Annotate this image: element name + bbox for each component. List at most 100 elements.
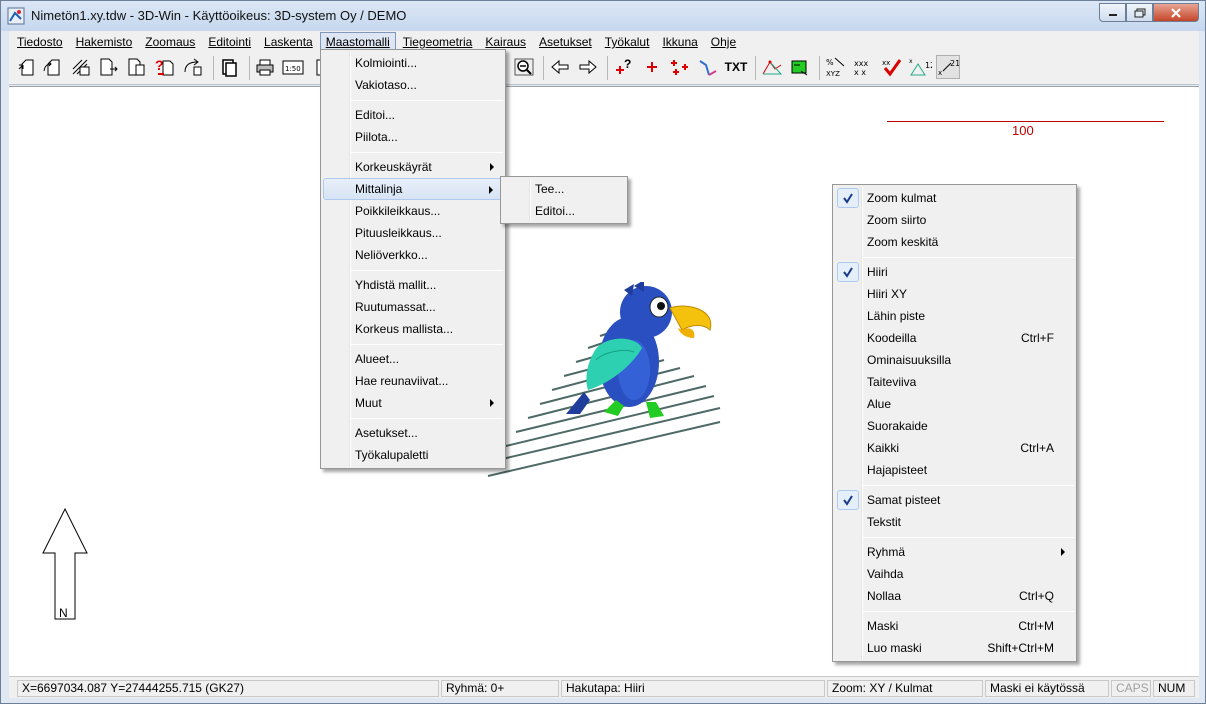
tb-renumber-button[interactable]: x 21 — [936, 55, 960, 79]
tb-text-button[interactable]: TXT — [724, 55, 748, 79]
ctx-item-tekstit[interactable]: Tekstit — [835, 511, 1074, 533]
menu-item-asetukset[interactable]: Asetukset... — [323, 422, 503, 444]
ctx-item-nollaa[interactable]: Nollaa Ctrl+Q — [835, 585, 1074, 607]
point-number-badge: 12 — [925, 61, 932, 70]
ctx-item-luo-maski[interactable]: Luo maski Shift+Ctrl+M — [835, 637, 1074, 659]
tb-open-button[interactable] — [41, 55, 65, 79]
menu-item-muut[interactable]: Muut — [323, 392, 503, 414]
tb-triangle-number-button[interactable]: x 12 — [908, 55, 932, 79]
menu-laskenta[interactable]: Laskenta — [258, 32, 319, 50]
tb-model-button[interactable] — [788, 55, 812, 79]
xyz-icon: % XYZ — [826, 57, 845, 78]
menu-item-tyokalupaletti[interactable]: Työkalupaletti — [323, 444, 503, 466]
menu-item-pituusleikkaus[interactable]: Pituusleikkaus... — [323, 222, 503, 244]
menu-item-alueet[interactable]: Alueet... — [323, 348, 503, 370]
parrot-mascot-icon — [487, 282, 721, 477]
shortcut-ctrl-q: Ctrl+Q — [1018, 589, 1054, 603]
tb-copy-file-button[interactable] — [125, 55, 149, 79]
ctx-item-koodeilla[interactable]: Koodeilla Ctrl+F — [835, 327, 1074, 349]
ctx-item-zoom-kulmat-label: Zoom kulmat — [867, 191, 937, 205]
zoom-context-menu: Zoom kulmat Zoom siirto Zoom keskitä Hii… — [832, 184, 1077, 662]
menu-kairaus[interactable]: Kairaus — [479, 32, 532, 50]
ctx-item-hajapisteet[interactable]: Hajapisteet — [835, 459, 1074, 481]
menu-tiegeometria[interactable]: Tiegeometria — [397, 32, 479, 50]
window-title: Nimetön1.xy.tdw - 3D-Win - Käyttöoikeus:… — [31, 8, 407, 23]
submenu-item-tee[interactable]: Tee... — [503, 178, 625, 200]
maastomalli-menu: Kolmiointi... Vakiotaso... Editoi... Pii… — [320, 49, 506, 469]
menu-item-korkeuskayrat[interactable]: Korkeuskäyrät — [323, 156, 503, 178]
menu-item-kolmiointi[interactable]: Kolmiointi... — [323, 52, 503, 74]
tb-line-button[interactable] — [696, 55, 720, 79]
ctx-item-lahin-piste[interactable]: Lähin piste — [835, 305, 1074, 327]
status-caps: CAPS — [1111, 680, 1151, 697]
menu-tiedosto[interactable]: Tiedosto — [11, 32, 69, 50]
tb-new-file-button[interactable] — [15, 55, 39, 79]
ctx-item-zoom-siirto[interactable]: Zoom siirto — [835, 209, 1074, 231]
ctx-item-maski[interactable]: Maski Ctrl+M — [835, 615, 1074, 637]
menu-item-poikkileikkaus[interactable]: Poikkileikkaus... — [323, 200, 503, 222]
svg-text:XYZ: XYZ — [826, 70, 840, 78]
ctx-item-taiteviiva[interactable]: Taiteviiva — [835, 371, 1074, 393]
submenu-item-editoi[interactable]: Editoi... — [503, 200, 625, 222]
tb-forward-button[interactable] — [576, 55, 600, 79]
tb-export-button[interactable] — [97, 55, 121, 79]
ctx-item-ryhma[interactable]: Ryhmä — [835, 541, 1074, 563]
ctx-item-zoom-keskita[interactable]: Zoom keskitä — [835, 231, 1074, 253]
close-button[interactable] — [1153, 3, 1199, 22]
tb-terrain-button[interactable] — [760, 55, 784, 79]
ctx-item-hiiri-xy[interactable]: Hiiri XY — [835, 283, 1074, 305]
ctx-item-hiiri[interactable]: Hiiri — [835, 261, 1074, 283]
tb-query-button[interactable]: ? — [153, 55, 177, 79]
ctx-item-alue[interactable]: Alue — [835, 393, 1074, 415]
tb-points-grid-button[interactable]: xxx x x — [852, 55, 876, 79]
menu-item-yhdista-mallit[interactable]: Yhdistä mallit... — [323, 274, 503, 296]
menu-hakemisto[interactable]: Hakemisto — [70, 32, 139, 50]
tb-redo-button[interactable] — [181, 55, 205, 79]
tb-scale-button[interactable]: 1:50 — [281, 55, 305, 79]
menu-item-mittalinja[interactable]: Mittalinja — [323, 178, 503, 200]
tb-point-query-button[interactable]: ? — [612, 55, 636, 79]
menu-item-piilota[interactable]: Piilota... — [323, 126, 503, 148]
ctx-item-kaikki[interactable]: Kaikki Ctrl+A — [835, 437, 1074, 459]
menu-item-nelioverkko[interactable]: Neliöverkko... — [323, 244, 503, 266]
ctx-item-ominaisuuksilla[interactable]: Ominaisuuksilla — [835, 349, 1074, 371]
ctx-item-samat-pisteet[interactable]: Samat pisteet — [835, 489, 1074, 511]
maximize-button[interactable] — [1126, 3, 1153, 22]
ctx-item-ryhma-label: Ryhmä — [867, 545, 906, 559]
title-bar[interactable]: Nimetön1.xy.tdw - 3D-Win - Käyttöoikeus:… — [1, 1, 1205, 31]
tb-multi-point-button[interactable] — [668, 55, 692, 79]
status-num: NUM — [1153, 680, 1195, 697]
menu-editointi[interactable]: Editointi — [202, 32, 257, 50]
tb-clipboard-button[interactable] — [217, 55, 241, 79]
menu-ikkuna[interactable]: Ikkuna — [656, 32, 703, 50]
ctx-item-zoom-kulmat[interactable]: Zoom kulmat — [835, 187, 1074, 209]
ctx-item-vaihda[interactable]: Vaihda — [835, 563, 1074, 585]
menu-ohje[interactable]: Ohje — [705, 32, 742, 50]
tb-zoom-out-button[interactable] — [512, 55, 536, 79]
menu-item-editoi[interactable]: Editoi... — [323, 104, 503, 126]
north-arrow-icon: N — [42, 507, 88, 620]
menu-zoomaus[interactable]: Zoomaus — [139, 32, 201, 50]
minimize-button[interactable] — [1099, 3, 1126, 22]
tb-check-button[interactable]: xx — [880, 55, 904, 79]
checkmark-icon — [837, 262, 859, 282]
menu-item-ruutumassat[interactable]: Ruutumassat... — [323, 296, 503, 318]
tb-back-button[interactable] — [548, 55, 572, 79]
menu-item-hae-reunaviivat[interactable]: Hae reunaviivat... — [323, 370, 503, 392]
checkmark-icon — [837, 490, 859, 510]
menu-maastomalli[interactable]: Maastomalli — [319, 32, 396, 50]
ctx-item-suorakaide[interactable]: Suorakaide — [835, 415, 1074, 437]
svg-text:?: ? — [624, 57, 631, 71]
new-file-icon — [18, 59, 34, 76]
menu-item-vakiotaso[interactable]: Vakiotaso... — [323, 74, 503, 96]
tb-hatch-button[interactable] — [69, 55, 93, 79]
status-coordinates: X=6697034.087 Y=27444255.715 (GK27) — [17, 680, 439, 697]
window-controls — [1099, 3, 1199, 22]
tb-add-point-button[interactable] — [640, 55, 664, 79]
menu-asetukset[interactable]: Asetukset — [533, 32, 598, 50]
menu-tyokalut[interactable]: Työkalut — [599, 32, 656, 50]
tb-print-button[interactable] — [253, 55, 277, 79]
menu-item-korkeus-mallista[interactable]: Korkeus mallista... — [323, 318, 503, 340]
tb-xyz-button[interactable]: % XYZ — [824, 55, 848, 79]
north-label: N — [59, 606, 68, 620]
